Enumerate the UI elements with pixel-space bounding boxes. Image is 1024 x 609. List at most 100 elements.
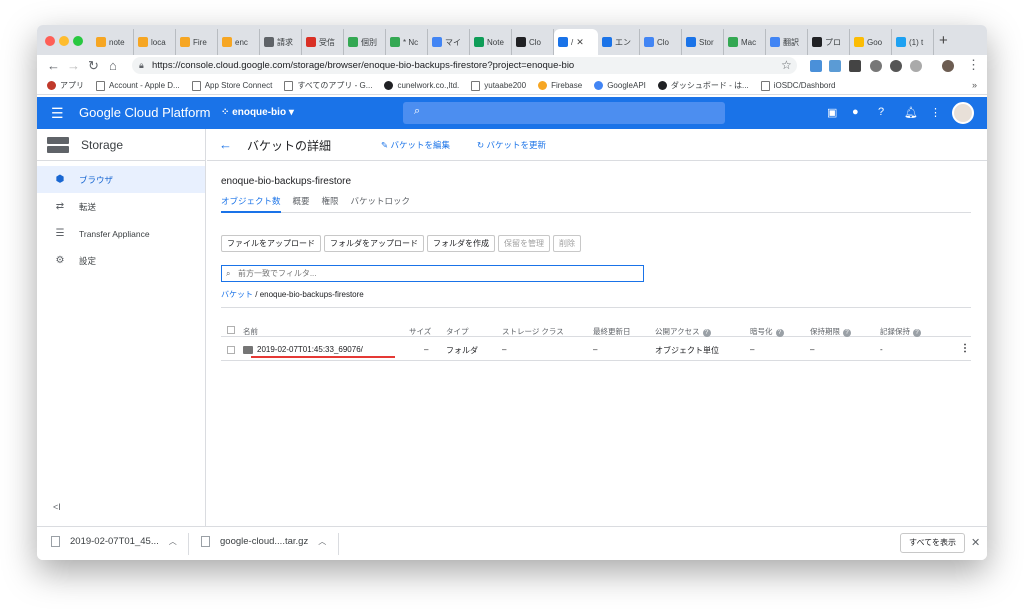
feedback-icon[interactable]: ● (852, 106, 859, 118)
translate-extension-icon[interactable] (829, 60, 841, 72)
misc-extension-icon[interactable] (910, 60, 922, 72)
bookmark-item[interactable]: iOSDC/Dashbord (760, 80, 836, 91)
browser-tab[interactable]: Clo (640, 29, 682, 55)
address-bar[interactable]: 🔒︎ https://console.cloud.google.com/stor… (132, 57, 797, 74)
bookmark-item[interactable]: Account - Apple D... (96, 80, 180, 91)
sidebar-item-transfer-appliance[interactable]: ☰ Transfer Appliance (37, 220, 205, 247)
download-item-2[interactable]: google-cloud....tar.gz ︿ (201, 536, 326, 547)
col-public-access[interactable]: 公開アクセス? (655, 326, 711, 337)
tab-overview[interactable]: 概要 (293, 195, 310, 212)
browser-tab[interactable]: 受信 (302, 29, 344, 55)
browser-tab[interactable]: Clo (512, 29, 554, 55)
tab-objects[interactable]: オブジェクト数 (221, 195, 281, 213)
sidebar-item-settings[interactable]: ⚙ 設定 (37, 247, 205, 274)
filter-input[interactable]: ⌕ 前方一致でフィルタ... (221, 265, 644, 282)
bookmark-item[interactable]: アプリ (47, 80, 84, 91)
browser-tab[interactable]: enc (218, 29, 260, 55)
breadcrumb-bucket-link[interactable]: バケット (221, 290, 253, 299)
browser-tab[interactable]: Stor (682, 29, 724, 55)
browser-tab[interactable]: (1) t (892, 29, 934, 55)
collapse-sidebar-icon[interactable]: <I (53, 502, 61, 512)
col-retention[interactable]: 保持期限? (810, 326, 851, 337)
col-encryption[interactable]: 暗号化? (750, 326, 784, 337)
help-icon[interactable]: ? (913, 329, 921, 337)
forward-arrow-icon[interactable]: → (67, 58, 80, 73)
folder-name-link[interactable]: 2019-02-07T01:45:33_69076/ (257, 345, 363, 354)
bookmark-item[interactable]: cunelwork.co.,ltd. (384, 81, 459, 90)
home-icon[interactable]: ⌂ (109, 58, 117, 73)
help-icon[interactable]: ? (878, 106, 884, 118)
browser-tab[interactable]: / ✕ (554, 29, 598, 55)
col-type[interactable]: タイプ (446, 326, 469, 337)
sidebar-item-browser[interactable]: ⬢ ブラウザ (37, 166, 205, 193)
browser-tab[interactable]: 請求 (260, 29, 302, 55)
minimize-window-button[interactable] (59, 36, 69, 46)
more-vert-icon[interactable]: ⋮ (930, 106, 941, 119)
project-selector[interactable]: ⁘ enoque-bio ▾ (221, 107, 294, 118)
notifications-icon[interactable]: 🔔︎ (904, 106, 918, 119)
refresh-bucket-button[interactable]: ↻ バケットを更新 (477, 139, 546, 151)
help-icon[interactable]: ? (775, 329, 784, 337)
browser-tab[interactable]: Goo (850, 29, 892, 55)
profile-avatar[interactable] (942, 60, 954, 72)
browser-tab[interactable]: note (92, 29, 134, 55)
reload-icon[interactable]: ↻ (88, 58, 99, 74)
chevron-up-icon[interactable]: ︿ (169, 536, 177, 547)
browser-tab[interactable]: Mac (724, 29, 766, 55)
manage-holds-button[interactable]: 保留を管理 (498, 235, 550, 252)
close-icon[interactable]: ✕ (971, 536, 980, 549)
download-item-1[interactable]: 2019-02-07T01_45... ︿ (51, 536, 177, 547)
browser-tab[interactable]: Note (470, 29, 512, 55)
back-arrow-icon[interactable]: ← (219, 137, 232, 152)
row-menu-icon[interactable]: ⋮ (960, 343, 970, 354)
browser-tab[interactable]: loca (134, 29, 176, 55)
show-all-downloads-button[interactable]: すべてを表示 (900, 533, 965, 553)
row-checkbox[interactable] (227, 346, 235, 354)
check-extension-icon[interactable] (870, 60, 882, 72)
bookmark-item[interactable]: ダッシュボード - は... (657, 80, 749, 91)
col-name[interactable]: 名前 (243, 326, 258, 337)
sync-extension-icon[interactable] (890, 60, 902, 72)
browser-tab[interactable]: エン (598, 29, 640, 55)
bookmark-item[interactable]: GoogleAPI (594, 81, 646, 90)
table-row[interactable]: 2019-02-07T01:45:33_69076/ – フォルダ – – オブ… (221, 339, 971, 361)
tab-permissions[interactable]: 権限 (322, 195, 339, 212)
upload-files-button[interactable]: ファイルをアップロード (221, 235, 321, 252)
col-size[interactable]: サイズ (409, 326, 431, 337)
close-window-button[interactable] (45, 36, 55, 46)
bookmark-item[interactable]: Firebase (538, 81, 582, 90)
col-storage-class[interactable]: ストレージ クラス (502, 326, 564, 337)
browser-tab[interactable]: * Nc (386, 29, 428, 55)
browser-tab[interactable]: マイ (428, 29, 470, 55)
col-last-modified[interactable]: 最終更新日 (593, 326, 631, 337)
search-input[interactable]: ⌕ (403, 102, 725, 124)
edit-bucket-button[interactable]: ✎ バケットを編集 (381, 139, 450, 151)
cloud-shell-icon[interactable]: ▣ (827, 106, 837, 119)
extension-icon[interactable] (810, 60, 822, 72)
col-hold[interactable]: 記録保持? (880, 326, 921, 337)
tab-bucket-lock[interactable]: バケットロック (351, 195, 411, 212)
bookmark-item[interactable]: すべてのアプリ - G... (284, 80, 372, 91)
close-tab-icon[interactable]: ✕ (576, 37, 584, 48)
bookmark-star-icon[interactable]: ☆ (781, 58, 792, 72)
help-icon[interactable]: ? (843, 329, 851, 337)
create-folder-button[interactable]: フォルダを作成 (427, 235, 495, 252)
bookmark-item[interactable]: App Store Connect (191, 80, 272, 91)
delete-button[interactable]: 削除 (553, 235, 581, 252)
hamburger-menu-icon[interactable]: ☰ (51, 105, 64, 122)
menu-dots-icon[interactable]: ⋮ (967, 57, 980, 73)
account-avatar[interactable] (952, 102, 974, 124)
upload-folder-button[interactable]: フォルダをアップロード (324, 235, 424, 252)
new-tab-button[interactable]: + (939, 32, 948, 49)
browser-tab[interactable]: 個別 (344, 29, 386, 55)
product-title[interactable]: Google Cloud Platform (79, 105, 211, 120)
chevron-up-icon[interactable]: ︿ (318, 536, 326, 547)
browser-tab[interactable]: プロ (808, 29, 850, 55)
back-arrow-icon[interactable]: ← (47, 58, 60, 73)
browser-tab[interactable]: 翻訳 (766, 29, 808, 55)
more-bookmarks-icon[interactable]: » (972, 80, 977, 90)
browser-tab[interactable]: Fire (176, 29, 218, 55)
sidebar-item-transfer[interactable]: ⇄ 転送 (37, 193, 205, 220)
off-extension-icon[interactable] (849, 60, 861, 72)
maximize-window-button[interactable] (73, 36, 83, 46)
